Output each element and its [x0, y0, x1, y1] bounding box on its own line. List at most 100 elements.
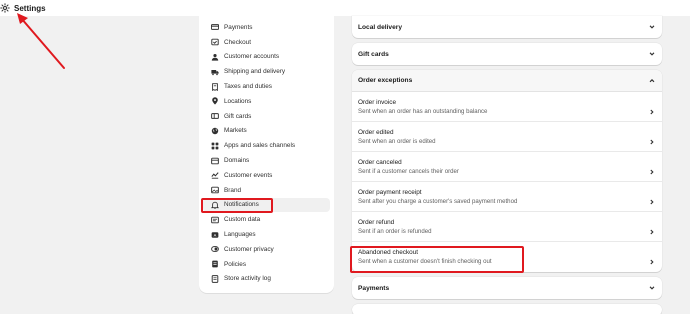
section-title: Gift cards	[358, 50, 389, 58]
row-title: Order refund	[358, 218, 395, 226]
sidebar-item-label: Policies	[224, 260, 247, 268]
notification-row-order-invoice[interactable]: Order invoice Sent when an order has an o…	[352, 92, 662, 122]
chevron-up-icon	[648, 77, 656, 85]
chevron-down-icon	[648, 23, 656, 31]
sidebar-item-label: Markets	[224, 127, 247, 135]
chevron-right-icon	[648, 163, 656, 174]
top-bar: Settings	[0, 0, 690, 16]
row-title: Order invoice	[358, 98, 397, 106]
order-exceptions-card: Order exceptions Order invoice Sent when …	[352, 70, 662, 272]
notification-row-order-payment-receipt[interactable]: Order payment receipt Sent after you char…	[352, 182, 662, 212]
sidebar-item-apps[interactable]: Apps and sales channels	[203, 138, 330, 153]
row-description: Sent when an order is edited	[358, 137, 436, 145]
sidebar-item-brand[interactable]: Brand	[203, 183, 330, 198]
order-exceptions-header[interactable]: Order exceptions	[352, 70, 662, 92]
languages-icon: A	[211, 231, 219, 239]
chevron-down-icon	[648, 50, 656, 58]
sidebar-item-label: Custom data	[224, 216, 261, 224]
sidebar-item-shipping[interactable]: Shipping and delivery	[203, 64, 330, 79]
settings-header[interactable]: Settings	[0, 2, 46, 14]
chevron-right-icon	[648, 223, 656, 234]
sidebar-item-customer-privacy[interactable]: Customer privacy	[203, 242, 330, 257]
settings-sidebar: Payments Checkout Customer accounts Ship…	[199, 16, 334, 293]
chevron-right-icon	[648, 103, 656, 114]
row-description: Sent when a customer doesn't finish chec…	[358, 258, 492, 265]
payments-icon	[211, 23, 219, 31]
section-title: Order exceptions	[358, 77, 413, 84]
sidebar-item-label: Gift cards	[224, 112, 252, 120]
sidebar-item-label: Notifications	[224, 201, 259, 209]
payments-header[interactable]: Payments	[352, 277, 662, 299]
bell-icon	[211, 201, 219, 209]
local-delivery-header[interactable]: Local delivery	[352, 16, 662, 38]
chevron-down-icon	[648, 284, 656, 292]
sidebar-item-label: Shipping and delivery	[224, 68, 286, 76]
row-description: Sent after you charge a customer's saved…	[358, 197, 518, 205]
row-title: Order edited	[358, 128, 394, 136]
notification-row-order-refund[interactable]: Order refund Sent if an order is refunded	[352, 212, 662, 242]
sidebar-item-taxes[interactable]: Taxes and duties	[203, 79, 330, 94]
sidebar-item-languages[interactable]: A Languages	[203, 227, 330, 242]
section-title: Payments	[358, 284, 390, 292]
events-icon	[211, 171, 219, 179]
row-description: Sent if an order is refunded	[358, 227, 432, 235]
activity-log-icon	[211, 275, 219, 283]
chevron-right-icon	[648, 193, 656, 204]
sidebar-item-label: Domains	[224, 157, 250, 165]
gift-card-icon	[211, 112, 219, 120]
settings-page: Settings Payments Checkout Customer acco…	[0, 0, 690, 314]
local-delivery-card[interactable]: Local delivery	[352, 16, 662, 38]
sidebar-item-label: Locations	[224, 97, 252, 105]
section-title: Local delivery	[358, 23, 402, 31]
receipt-icon	[211, 82, 219, 91]
svg-text:A: A	[214, 232, 217, 237]
row-description: Sent if a customer cancels their order	[358, 167, 459, 175]
sidebar-item-label: Taxes and duties	[224, 83, 272, 91]
sidebar-item-store-activity-log[interactable]: Store activity log	[203, 272, 330, 287]
domain-icon	[211, 157, 219, 165]
row-title: Order canceled	[358, 158, 402, 166]
sidebar-item-domains[interactable]: Domains	[203, 153, 330, 168]
notification-row-order-canceled[interactable]: Order canceled Sent if a customer cancels…	[352, 152, 662, 182]
sidebar-item-policies[interactable]: Policies	[203, 257, 330, 272]
notification-row-abandoned-checkout[interactable]: Abandoned checkout Sent when a customer d…	[352, 242, 662, 272]
sidebar-item-label: Checkout	[224, 38, 251, 46]
gift-cards-card[interactable]: Gift cards	[352, 43, 662, 65]
sidebar-item-label: Customer privacy	[224, 245, 274, 253]
sidebar-item-label: Payments	[224, 23, 253, 31]
sidebar-item-markets[interactable]: Markets	[203, 124, 330, 139]
notification-row-order-edited[interactable]: Order edited Sent when an order is edited	[352, 122, 662, 152]
sidebar-item-customer-accounts[interactable]: Customer accounts	[203, 50, 330, 65]
gear-icon	[0, 3, 10, 13]
apps-icon	[211, 142, 219, 150]
sidebar-item-customer-events[interactable]: Customer events	[203, 168, 330, 183]
row-description: Sent when an order has an outstanding ba…	[358, 107, 488, 115]
custom-data-icon	[211, 216, 219, 224]
payments-card[interactable]: Payments	[352, 277, 662, 299]
sidebar-item-label: Store activity log	[224, 275, 271, 283]
sidebar-item-label: Languages	[224, 231, 256, 239]
row-title: Order payment receipt	[358, 188, 422, 196]
globe-icon	[211, 127, 219, 135]
person-icon	[211, 53, 219, 61]
sidebar-item-notifications[interactable]: Notifications	[203, 197, 330, 213]
truck-icon	[211, 68, 219, 76]
chevron-right-icon	[648, 253, 656, 265]
sidebar-item-gift-cards[interactable]: Gift cards	[203, 109, 330, 124]
sidebar-item-locations[interactable]: Locations	[203, 94, 330, 109]
sidebar-item-payments[interactable]: Payments	[203, 20, 330, 35]
brand-icon	[211, 186, 219, 194]
checkout-icon	[211, 38, 219, 46]
next-section-card[interactable]	[352, 304, 662, 314]
sidebar-item-label: Customer accounts	[224, 53, 280, 61]
sidebar-item-label: Apps and sales channels	[224, 142, 296, 150]
sidebar-item-checkout[interactable]: Checkout	[203, 35, 330, 50]
sidebar-item-label: Customer events	[224, 171, 273, 179]
sidebar-item-custom-data[interactable]: Custom data	[203, 212, 330, 227]
privacy-icon	[211, 245, 219, 253]
gift-cards-header[interactable]: Gift cards	[352, 43, 662, 65]
page-title: Settings	[14, 3, 46, 13]
policies-icon	[211, 260, 219, 268]
location-pin-icon	[211, 97, 219, 105]
sidebar-item-label: Brand	[224, 186, 242, 194]
